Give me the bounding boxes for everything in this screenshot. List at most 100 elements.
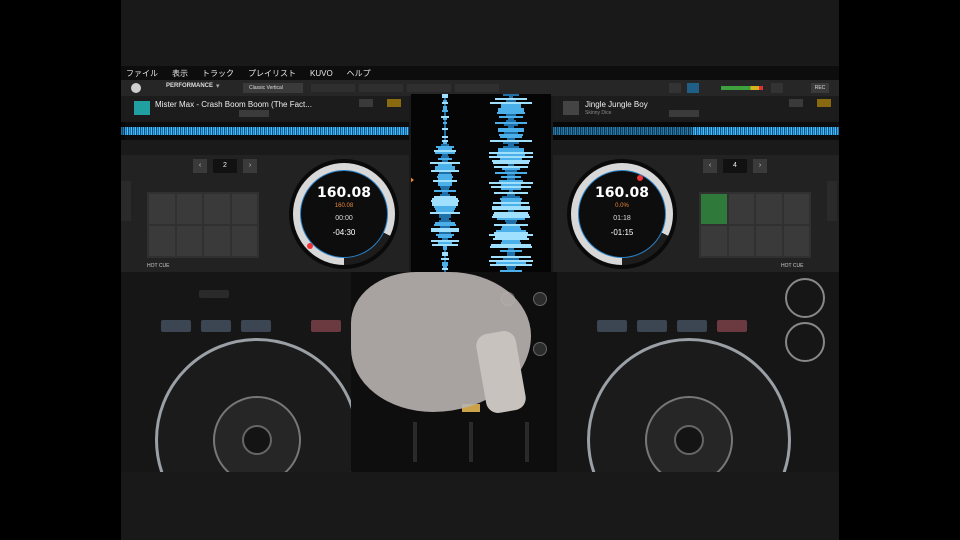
pad[interactable] [231, 226, 257, 256]
deck2-track-artist: Skinny Dice [585, 110, 612, 116]
deck2-master-button[interactable] [817, 99, 831, 107]
master-level-meter [721, 86, 763, 90]
hw-channel-fader [469, 422, 473, 462]
deck1-pad-grid [147, 192, 259, 258]
deck2-beat-up-button[interactable]: › [753, 159, 767, 173]
deck2-hot-cue-label[interactable]: HOT CUE [781, 263, 803, 269]
deck2-played-region [553, 122, 693, 140]
deck2-remaining-time: -01:15 [610, 228, 634, 237]
deck1-position-marker [307, 243, 313, 249]
pad[interactable] [231, 194, 257, 224]
hw-fx-knob [785, 322, 825, 362]
logo-icon [131, 83, 141, 93]
grid-icon[interactable] [669, 83, 681, 93]
hw-pad-mode-button [201, 320, 231, 332]
deck1-side-tab[interactable] [121, 181, 131, 221]
deck1-sync-button[interactable] [359, 99, 373, 107]
pad[interactable] [701, 226, 727, 256]
video-frame: ファイル 表示 トラック プレイリスト KUVO ヘルプ PERFORMANCE… [121, 0, 839, 540]
pad[interactable] [728, 194, 754, 224]
deck2-jog-display[interactable]: 160.08 0.0% 01:18 -01:15 [567, 159, 677, 269]
pad[interactable] [783, 226, 809, 256]
hw-fx-knob [785, 278, 825, 318]
hw-button [199, 290, 229, 298]
deck1-cue-marker [411, 177, 414, 183]
toolbar-tab[interactable] [359, 84, 403, 92]
rec-button[interactable]: REC [811, 83, 829, 93]
pad[interactable] [176, 194, 202, 224]
settings-icon[interactable] [771, 83, 783, 93]
deck1-artwork [134, 101, 150, 115]
deck2-position-marker [637, 175, 643, 181]
hw-channel-fader [525, 422, 529, 462]
pad[interactable] [728, 226, 754, 256]
mode-selector[interactable]: PERFORMANCE [166, 83, 213, 89]
menu-kuvo[interactable]: KUVO [310, 69, 333, 78]
deck2-side-tab[interactable] [827, 181, 837, 221]
deck1-beat-up-button[interactable]: › [243, 159, 257, 173]
deck2-elapsed-time: 01:18 [613, 215, 631, 222]
deck2-header: Jingle Jungle Boy Skinny Dice [553, 96, 839, 120]
menu-bar: ファイル 表示 トラック プレイリスト KUVO ヘルプ [121, 66, 839, 80]
rekordbox-window: ファイル 表示 トラック プレイリスト KUVO ヘルプ PERFORMANCE… [121, 66, 839, 272]
menu-file[interactable]: ファイル [126, 68, 158, 79]
pad[interactable] [756, 194, 782, 224]
deck2-overview-waveform[interactable] [553, 122, 839, 140]
deck2-jog-center [578, 170, 666, 258]
deck2-beat-down-button[interactable]: ‹ [703, 159, 717, 173]
pad[interactable] [149, 194, 175, 224]
deck1-body: ‹ 2 › HOT CUE 160.08 160.08 00:00 -04:30 [121, 155, 409, 272]
menu-help[interactable]: ヘルプ [347, 68, 371, 79]
hw-pad-mode-button [161, 320, 191, 332]
deck1-beat-value: 2 [213, 159, 237, 173]
deck2-track-title: Jingle Jungle Boy [585, 100, 648, 109]
hw-pad-mode-button [717, 320, 747, 332]
deck1-beat-down-button[interactable]: ‹ [193, 159, 207, 173]
deck2-bpm: 160.08 [594, 185, 650, 201]
deck1-overview-waveform[interactable] [121, 122, 409, 140]
pad[interactable] [149, 226, 175, 256]
layout-preset-selector[interactable]: Classic Vertical [243, 83, 303, 93]
pad[interactable] [756, 226, 782, 256]
chevron-down-icon[interactable]: ▾ [216, 82, 220, 90]
deck2-body: 160.08 0.0% 01:18 -01:15 ‹ 4 › HOT CUE [553, 155, 839, 272]
pad[interactable] [204, 226, 230, 256]
pad[interactable] [204, 194, 230, 224]
deck1-beat-control: ‹ 2 › [193, 159, 263, 173]
deck2-key-pill [669, 110, 699, 117]
left-jog-wheel [155, 338, 359, 472]
deck2-pad-grid [699, 192, 811, 258]
hw-pad-mode-button [677, 320, 707, 332]
pad[interactable] [176, 226, 202, 256]
deck1-track-title: Mister Max - Crash Boom Boom (The Fact..… [155, 100, 312, 109]
right-jog-wheel [587, 338, 791, 472]
view-toggle-icon[interactable] [687, 83, 699, 93]
menu-view[interactable]: 表示 [172, 68, 188, 79]
hw-pad-mode-button [597, 320, 627, 332]
controller-photo [121, 272, 839, 472]
toolbar-tab[interactable] [455, 84, 499, 92]
controller-right-deck [557, 272, 839, 472]
deck1-master-button[interactable] [387, 99, 401, 107]
deck2-artwork [563, 101, 579, 115]
deck1-jog-display[interactable]: 160.08 160.08 00:00 -04:30 [289, 159, 399, 269]
hw-knob [533, 292, 547, 306]
menu-playlist[interactable]: プレイリスト [248, 68, 296, 79]
controller-left-deck [121, 272, 359, 472]
toolbar-tab[interactable] [311, 84, 355, 92]
deck1-jog-center [300, 170, 388, 258]
deck1-header: Mister Max - Crash Boom Boom (The Fact..… [121, 96, 409, 120]
deck1-bpm: 160.08 [316, 185, 372, 201]
pad[interactable] [701, 194, 727, 224]
hw-knob [533, 342, 547, 356]
center-vertical-waveform[interactable] [411, 94, 551, 272]
pad[interactable] [783, 194, 809, 224]
toolbar-tab[interactable] [407, 84, 451, 92]
deck2-sync-button[interactable] [789, 99, 803, 107]
menu-track[interactable]: トラック [202, 68, 234, 79]
hw-channel-fader [413, 422, 417, 462]
deck1-hot-cue-label[interactable]: HOT CUE [147, 263, 169, 269]
left-jog-center [242, 425, 272, 455]
deck1-key-pill [239, 110, 269, 117]
right-jog-center [674, 425, 704, 455]
